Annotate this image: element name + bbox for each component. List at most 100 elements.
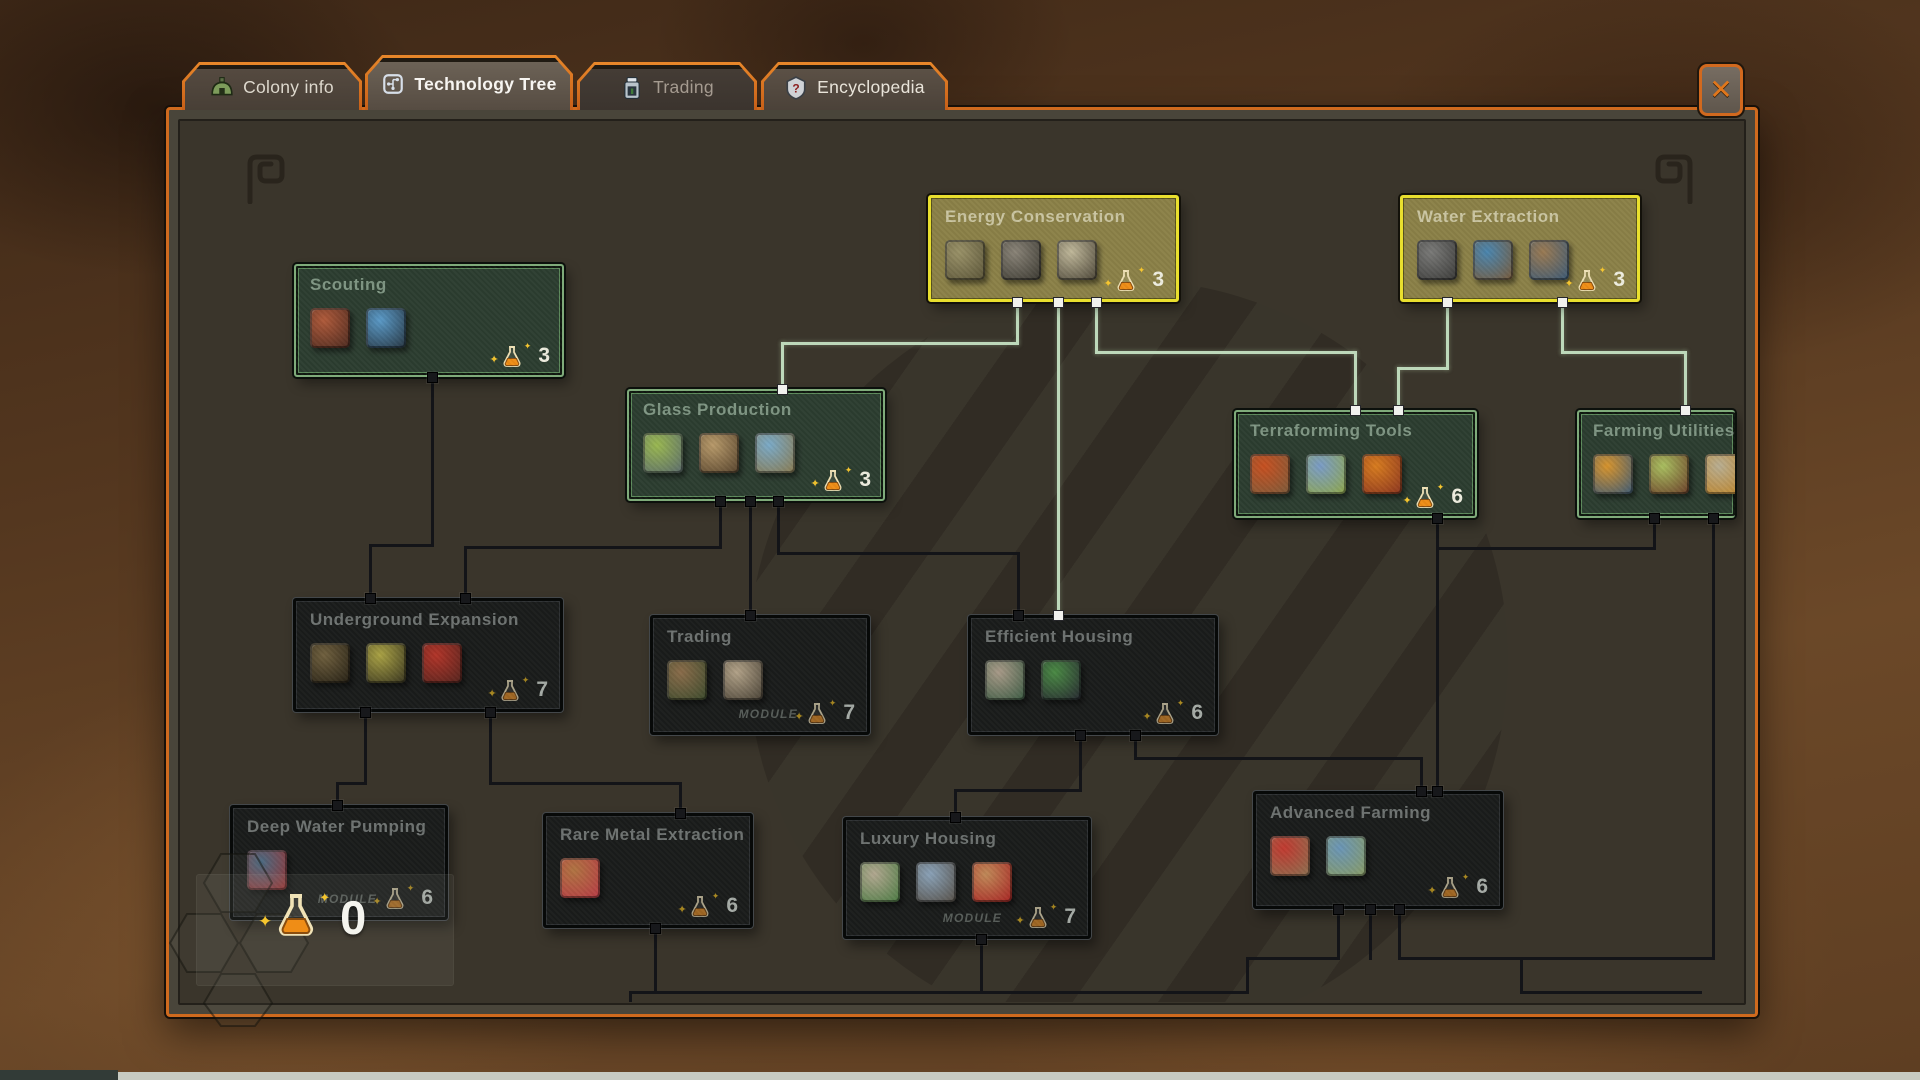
- tech-node-deep-water-pumping[interactable]: Deep Water PumpingMODULE ✦ ✦ 6: [230, 805, 448, 920]
- sparkle-icon: ✦: [490, 355, 499, 366]
- connector-node: [460, 593, 471, 604]
- tech-node-energy-conservation[interactable]: Energy Conservation ✦ ✦ 3: [928, 195, 1179, 302]
- unlock-icons: [1270, 836, 1366, 876]
- tech-tree-canvas: Scouting ✦ ✦ 3 Energy Conservation ✦ ✦ 3 W…: [0, 0, 1920, 1080]
- connector-node: [1350, 405, 1361, 416]
- connector-node: [1365, 904, 1376, 915]
- connector-node: [1432, 513, 1443, 524]
- encyclopedia-shield-icon: ?: [784, 76, 808, 100]
- tech-edge: [1520, 991, 1702, 994]
- tab-face: ? Encyclopedia: [764, 65, 945, 110]
- biodome-pod-icon: [1306, 454, 1346, 494]
- tech-node-advanced-farming[interactable]: Advanced Farming ✦ ✦ 6: [1253, 791, 1503, 909]
- tab-trading[interactable]: Trading: [577, 62, 757, 110]
- tech-node-luxury-housing[interactable]: Luxury HousingMODULE ✦ ✦ 7: [843, 817, 1091, 939]
- tech-edge: [1017, 552, 1020, 617]
- connector-node: [745, 610, 756, 621]
- science-flask-icon: [822, 469, 844, 492]
- deep-pump-rig-icon: [247, 850, 287, 890]
- tab-technology-tree[interactable]: Technology Tree: [365, 55, 573, 110]
- tab-encyclopedia[interactable]: ? Encyclopedia: [761, 62, 948, 110]
- tech-node-glass-production[interactable]: Glass Production ✦ ✦ 3: [627, 389, 885, 501]
- rope-frame-icon: [945, 240, 985, 280]
- node-title: Deep Water Pumping: [247, 817, 445, 837]
- connector-node: [1053, 610, 1064, 621]
- sparkle-icon: ✦: [1437, 483, 1445, 492]
- science-flask-icon: [1154, 702, 1176, 725]
- tech-edge: [1134, 757, 1423, 760]
- glass-furnace-icon: [643, 433, 683, 473]
- node-title: Efficient Housing: [985, 627, 1215, 647]
- trade-canister-icon: [620, 76, 644, 100]
- tech-edge: [1095, 301, 1098, 354]
- tech-edge: [1398, 908, 1401, 960]
- connector-node: [485, 707, 496, 718]
- tech-edge: [364, 711, 367, 785]
- science-flask-icon: [1115, 269, 1137, 292]
- bottom-strip: [0, 1072, 1920, 1080]
- connector-node: [360, 707, 371, 718]
- unlock-icons: [860, 862, 1012, 902]
- node-title: Glass Production: [643, 400, 883, 420]
- tech-edge: [629, 991, 1249, 994]
- bottom-strip-dark: [0, 1070, 118, 1080]
- sparkle-icon: ✦: [1143, 712, 1152, 723]
- tech-node-trading[interactable]: TradingMODULE ✦ ✦ 7: [650, 615, 870, 735]
- tech-node-underground-expansion[interactable]: Underground Expansion ✦ ✦ 7: [293, 598, 563, 712]
- tech-edge: [654, 927, 657, 994]
- unlock-icons: [945, 240, 1097, 280]
- module-label: MODULE: [943, 911, 1002, 925]
- module-label: MODULE: [739, 707, 798, 721]
- solar-collector-icon: [1001, 240, 1041, 280]
- greenhouse-icon: [1649, 454, 1689, 494]
- research-cost: ✦ ✦ 6: [1428, 875, 1488, 899]
- tunnel-drill-icon: [366, 643, 406, 683]
- connector-node: [1416, 786, 1427, 797]
- research-cost: ✦ ✦ 7: [1016, 905, 1076, 929]
- sparkle-icon: ✦: [795, 712, 804, 723]
- science-flask-icon: [689, 895, 711, 918]
- connector-node: [1557, 297, 1568, 308]
- cave-entrance-icon: [310, 643, 350, 683]
- science-flask-icon: [1414, 486, 1436, 509]
- connector-node: [950, 812, 961, 823]
- sparkle-icon: ✦: [829, 699, 837, 708]
- tech-node-efficient-housing[interactable]: Efficient Housing ✦ ✦ 6: [968, 615, 1218, 735]
- sparkle-icon: ✦: [845, 466, 853, 475]
- connector-node: [1442, 297, 1453, 308]
- svg-text:?: ?: [792, 81, 799, 95]
- tech-node-scouting[interactable]: Scouting ✦ ✦ 3: [294, 264, 564, 377]
- tech-edge: [489, 711, 492, 785]
- research-cost: ✦ ✦ 6: [678, 894, 738, 918]
- sparkle-icon: ✦: [407, 884, 415, 893]
- node-title: Trading: [667, 627, 867, 647]
- research-cost-value: 7: [1064, 905, 1076, 929]
- tab-colony-info[interactable]: Colony info: [182, 62, 362, 110]
- sparkle-icon: ✦: [1138, 266, 1146, 275]
- node-title: Rare Metal Extraction: [560, 825, 750, 845]
- close-button[interactable]: ✕: [1697, 62, 1745, 118]
- close-icon: ✕: [1709, 76, 1732, 104]
- connector-node: [1130, 730, 1141, 741]
- field-plot-icon: [1593, 454, 1633, 494]
- tech-node-water-extraction[interactable]: Water Extraction ✦ ✦ 3: [1400, 195, 1640, 302]
- connector-node: [1013, 610, 1024, 621]
- sparkle-icon: ✦: [1462, 873, 1470, 882]
- unlock-icons: [310, 308, 406, 348]
- research-cost: ✦ ✦ 3: [811, 468, 871, 492]
- connector-node: [1680, 405, 1691, 416]
- tech-edge: [431, 376, 434, 547]
- connector-node: [976, 934, 987, 945]
- connector-node: [1075, 730, 1086, 741]
- cargo-glider-icon: [723, 660, 763, 700]
- sparkle-icon: ✦: [522, 676, 530, 685]
- tech-node-rare-metal-extraction[interactable]: Rare Metal Extraction ✦ ✦ 6: [543, 813, 753, 928]
- tab-face: Colony info: [185, 65, 359, 110]
- research-cost: ✦ ✦ 6: [1143, 701, 1203, 725]
- tech-node-terraforming-tools[interactable]: Terraforming Tools ✦ ✦ 6: [1234, 410, 1477, 518]
- tech-edge: [1684, 351, 1687, 412]
- tech-node-farming-utilities[interactable]: Farming Utilities: [1577, 410, 1735, 518]
- tech-edge: [954, 789, 1082, 792]
- tab-face: Trading: [580, 65, 754, 110]
- glasshouse-icon: [699, 433, 739, 473]
